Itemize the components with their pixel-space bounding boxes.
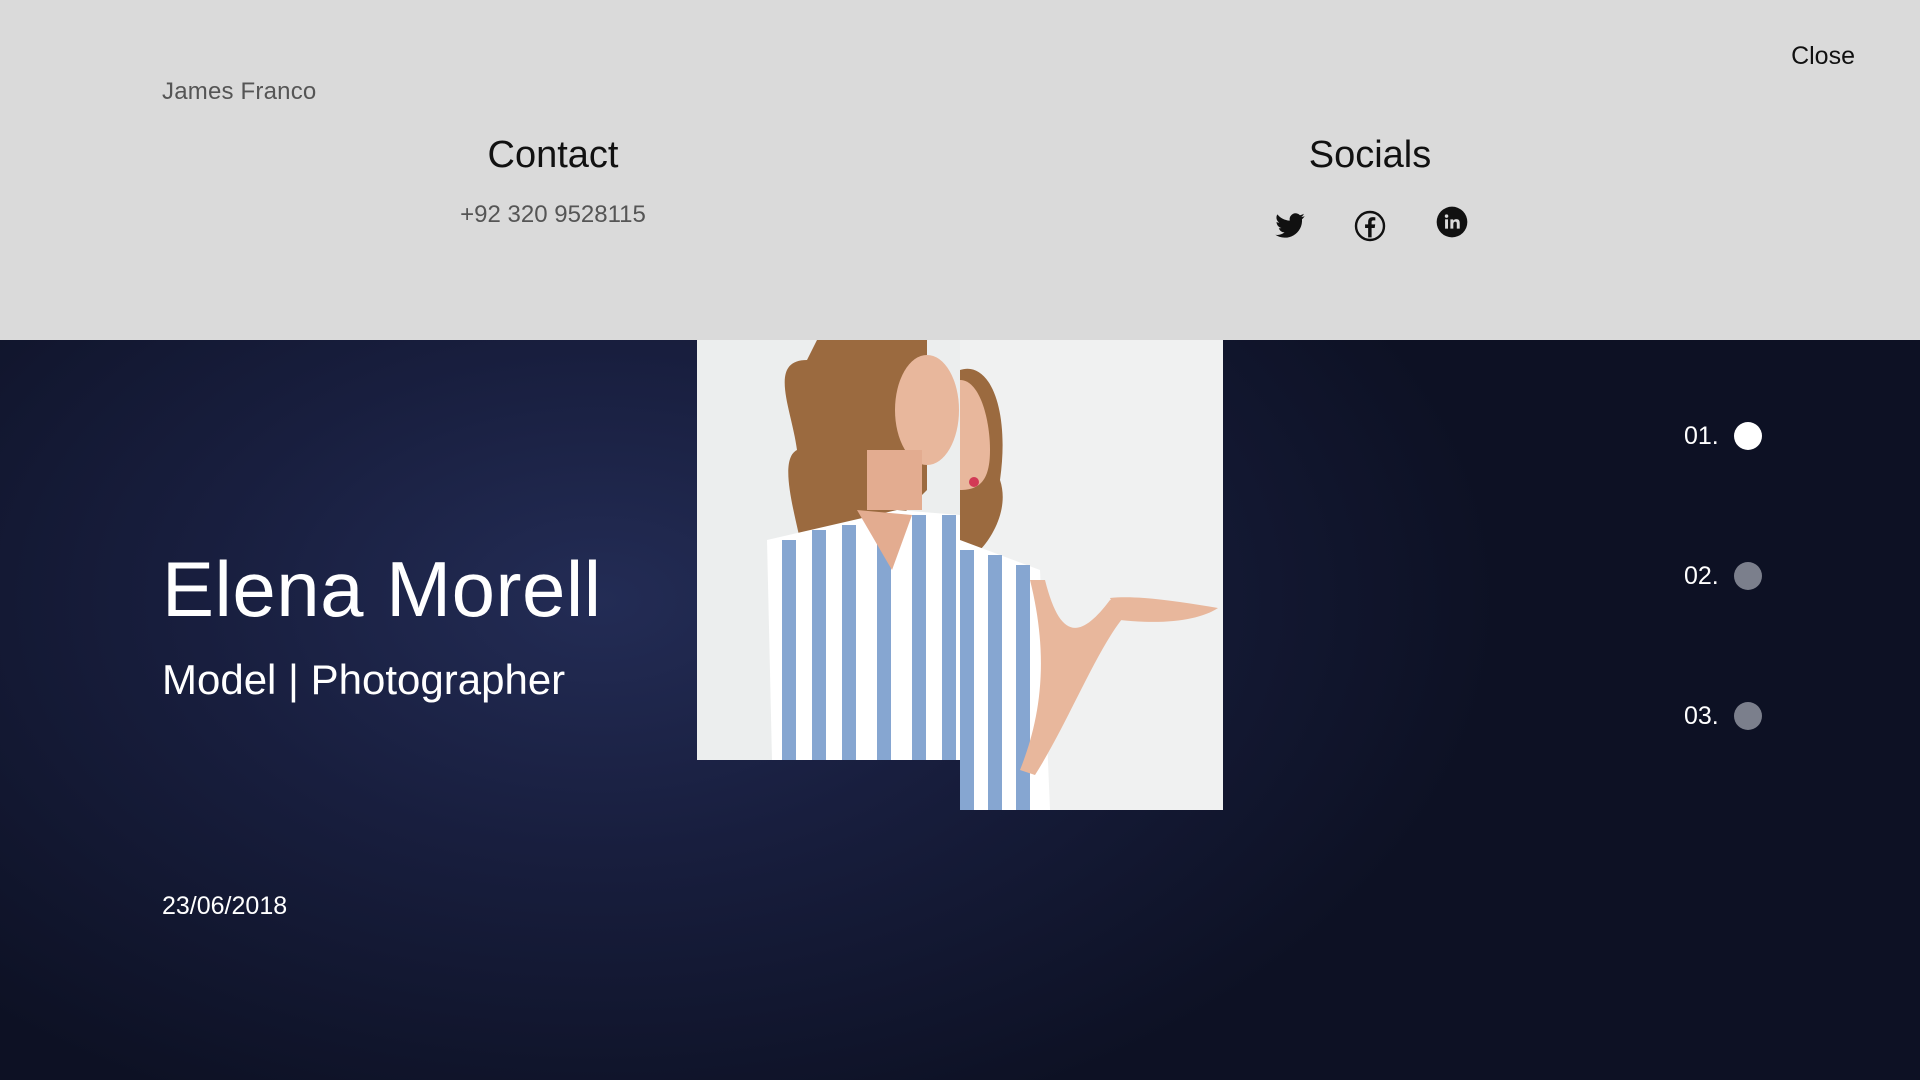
hero-subtitle: Model | Photographer [162, 656, 566, 703]
model-photo-left [697, 340, 960, 760]
socials-section: Socials [1240, 134, 1500, 177]
social-icons [1268, 206, 1468, 242]
contact-panel: James Franco Close Contact +92 320 95281… [0, 0, 1920, 340]
slide-indicator-2[interactable]: 02. [1680, 560, 1780, 592]
slide-number: 01. [1684, 422, 1719, 450]
slide-indicator-3[interactable]: 03. [1680, 700, 1780, 732]
contact-section: Contact +92 320 9528115 [420, 134, 686, 229]
close-button[interactable]: Close [1791, 42, 1855, 71]
twitter-icon[interactable] [1274, 210, 1306, 242]
contact-title: Contact [487, 134, 619, 176]
phone-number[interactable]: +92 320 9528115 [420, 201, 686, 229]
slide-dot[interactable] [1734, 562, 1762, 590]
slide-dot[interactable] [1734, 702, 1762, 730]
slide-indicators: 01. 02. 03. [1680, 420, 1780, 730]
slide-dot-active[interactable] [1734, 422, 1762, 450]
slide-indicator-1[interactable]: 01. [1680, 420, 1780, 452]
slide-number: 03. [1684, 702, 1719, 730]
hero-section: Elena Morell Model | Photographer 23/06/… [0, 340, 1920, 1080]
linkedin-icon[interactable] [1436, 206, 1468, 238]
brand-name[interactable]: James Franco [162, 78, 316, 106]
hero-date: 23/06/2018 [162, 892, 288, 920]
hero-name: Elena Morell [162, 545, 602, 633]
facebook-icon[interactable] [1354, 210, 1386, 242]
slide-number: 02. [1684, 562, 1719, 590]
socials-title: Socials [1308, 134, 1432, 176]
model-photo-right [960, 340, 1223, 810]
